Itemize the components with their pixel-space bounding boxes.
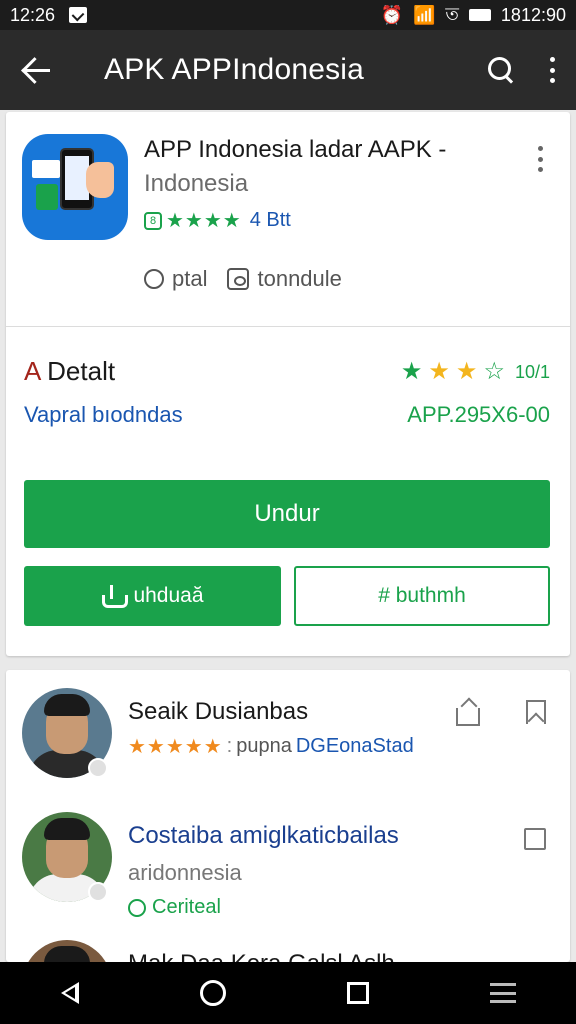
icon-card-shape xyxy=(32,160,60,178)
nav-home-icon[interactable] xyxy=(199,980,226,1006)
back-arrow-icon[interactable] xyxy=(20,52,56,88)
meta-row: ptal tonndule xyxy=(144,266,362,292)
meta-item-doc[interactable]: tonndule xyxy=(227,266,342,292)
divider xyxy=(6,326,570,327)
status-right: ⏰ 📶 ত 1812:90 xyxy=(381,0,566,31)
outline-button[interactable]: # buthmh xyxy=(294,566,550,626)
star-icon: ★ xyxy=(400,358,423,385)
app-icon[interactable] xyxy=(22,134,128,240)
status-left: 12:26 xyxy=(10,4,88,26)
search-icon[interactable] xyxy=(486,55,516,85)
review-tag: Ceriteal xyxy=(128,896,221,919)
review-rating-line: ★★★★★ : pupna DGEonaStad xyxy=(128,734,414,759)
status-right-text: ত xyxy=(445,3,459,24)
app-card: APP Indonesia ladar AAPK - Indonesia 8 ★… xyxy=(6,112,570,656)
star-outline-icon: ☆ xyxy=(483,358,505,385)
review-name[interactable]: Costaiba amiglkaticbailas xyxy=(128,822,399,850)
review-meta: pupna xyxy=(236,735,292,757)
review-tag-label: Ceriteal xyxy=(152,896,221,918)
avatar-badge-icon xyxy=(88,758,108,778)
review-subtitle: aridonnesia xyxy=(128,860,242,885)
star-icon: ★ xyxy=(428,358,450,385)
download-icon xyxy=(101,585,129,608)
page-title: APK APPIndonesia xyxy=(104,53,365,86)
wifi-icon: 📶 xyxy=(412,4,436,25)
app-bar: APK APPIndonesia xyxy=(0,30,576,110)
nav-menu-icon[interactable] xyxy=(489,983,516,1003)
meta-item-info[interactable]: ptal xyxy=(144,266,207,292)
status-time: 12:26 xyxy=(10,4,56,25)
detail-rating: ★ ★ ★ ☆ 10/1 xyxy=(401,360,550,384)
version-text: APP.295X6-00 xyxy=(407,402,550,427)
app-rating: 8 ★★★★ 4 Btt xyxy=(144,208,291,233)
avatar[interactable] xyxy=(22,940,112,962)
detail-title-text: Detalt xyxy=(39,356,116,386)
app-name[interactable]: APP Indonesia ladar AAPK - xyxy=(144,136,446,164)
share-icon[interactable] xyxy=(456,700,480,726)
review-meta-link[interactable]: DGEonaStad xyxy=(296,735,414,758)
reviews-card: Seaik Dusianbas ★★★★★ : pupna DGEonaStad… xyxy=(6,670,570,962)
review-stars: ★★★★★ xyxy=(128,736,223,758)
bookmark-icon[interactable] xyxy=(526,700,546,724)
detail-title-accent: A xyxy=(24,356,40,386)
status-clock: 1812:90 xyxy=(500,4,566,25)
overflow-menu-icon[interactable] xyxy=(550,57,556,83)
rating-stars: ★★★★ xyxy=(166,210,242,232)
app-actions xyxy=(486,55,556,85)
meta-label: ptal xyxy=(172,266,208,291)
meta-label: tonndule xyxy=(257,266,342,291)
rating-text: 4 Btt xyxy=(249,209,291,231)
rating-badge-icon: 8 xyxy=(144,211,162,230)
tag-icon xyxy=(128,898,146,917)
detail-title: A Detalt xyxy=(24,356,115,387)
rating-count: 10/1 xyxy=(514,361,550,382)
app-developer[interactable]: Indonesia xyxy=(144,170,248,198)
navigation-bar xyxy=(0,962,576,1024)
undur-button[interactable]: Undur xyxy=(24,480,550,548)
icon-badge-shape xyxy=(36,184,58,210)
info-icon xyxy=(144,269,164,289)
avatar-badge-icon xyxy=(88,882,108,902)
star-icon: ★ xyxy=(455,358,478,385)
detail-subtitle[interactable]: Vapral bıodndas xyxy=(24,402,183,428)
status-bar: 12:26 ⏰ 📶 ত 1812:90 xyxy=(0,0,576,30)
notification-icon xyxy=(69,7,88,23)
review-separator: : xyxy=(226,735,233,757)
download-label: uhduaă xyxy=(133,584,204,607)
card-overflow-icon[interactable] xyxy=(538,146,544,172)
hand-icon xyxy=(86,162,114,198)
download-button[interactable]: uhduaă xyxy=(24,566,281,626)
review-name: Seaik Dusianbas xyxy=(128,698,309,725)
alarm-icon: ⏰ xyxy=(380,4,403,25)
nav-recents-icon[interactable] xyxy=(346,982,369,1004)
nav-back-icon[interactable] xyxy=(60,982,79,1004)
doc-icon xyxy=(227,268,250,290)
checkbox[interactable] xyxy=(524,828,546,850)
battery-icon xyxy=(468,9,491,21)
review-name: Mak Daa Kera Galsl Aslh xyxy=(128,950,395,962)
